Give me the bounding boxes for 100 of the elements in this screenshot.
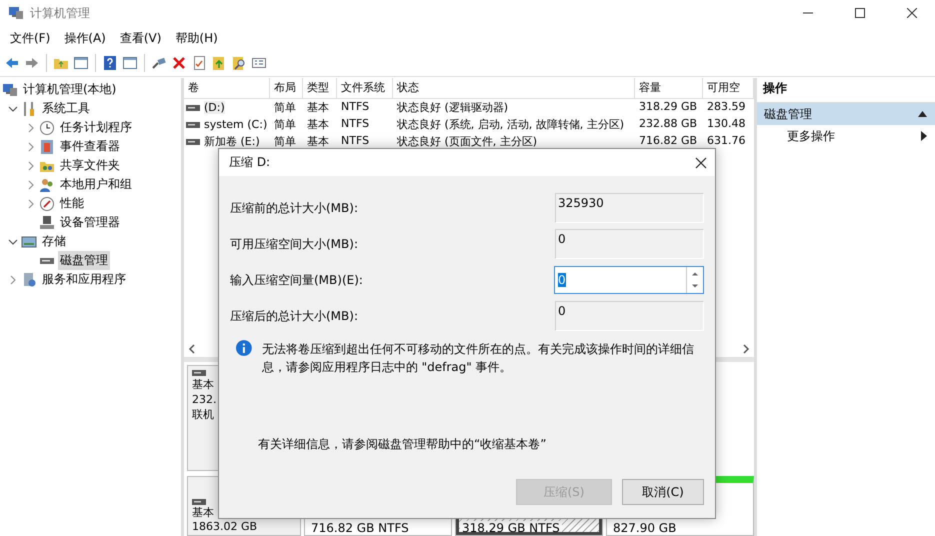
disk-info-text: 232. [192, 393, 218, 406]
performance-icon [39, 196, 55, 212]
table-cell-text: 基本 [306, 134, 330, 150]
readonly-field: 325930 [555, 193, 704, 223]
column-header[interactable]: 布局 [270, 78, 303, 98]
properties-icon[interactable] [251, 55, 267, 71]
partition-size: 716.82 GB NTFS [309, 521, 411, 535]
dialog-button[interactable]: 取消(C) [622, 479, 704, 505]
column-header[interactable]: 卷 [184, 78, 270, 98]
services-icon [21, 272, 37, 288]
table-cell-text: 基本 [306, 117, 330, 133]
table-cell-text: 状态良好 (逻辑驱动器) [396, 100, 510, 116]
table-cell-text: NTFS [340, 116, 370, 132]
section-title: 磁盘管理 [764, 106, 812, 122]
table-cell-text: 简单 [273, 117, 297, 133]
panel-icon[interactable] [73, 55, 89, 71]
menu-item[interactable]: 帮助(H) [169, 28, 224, 48]
document-check-icon[interactable] [191, 55, 207, 71]
disk-info-text: 基本 [192, 377, 215, 392]
maximize-icon[interactable] [855, 8, 865, 18]
table-cell-text: 状态良好 (页面文件, 主分区) [396, 134, 538, 150]
table-cell-text: 283.59 [706, 99, 746, 115]
spin-field[interactable]: 0 [554, 266, 704, 294]
table-cell-text: 232.88 GB [638, 116, 698, 132]
tree-item[interactable]: 磁盘管理 [58, 251, 110, 270]
tree-item[interactable]: 系统工具 [40, 99, 92, 118]
volume-cell[interactable]: (D:) [204, 101, 225, 114]
disk-info-text: 基本 [192, 505, 215, 520]
table-cell-text: NTFS [340, 133, 370, 149]
column-header[interactable]: 可用空 [703, 78, 754, 98]
drive-icon [186, 138, 200, 144]
tree-item[interactable]: 本地用户和组 [58, 175, 134, 194]
close-icon[interactable] [695, 156, 707, 168]
folder-icon[interactable] [211, 55, 227, 71]
back-arrow-icon[interactable] [4, 55, 20, 71]
forward-arrow-icon[interactable] [24, 55, 40, 71]
tree-item[interactable]: 设备管理器 [58, 213, 122, 232]
tree-item[interactable]: 共享文件夹 [58, 156, 122, 175]
scroll-right-icon[interactable] [742, 344, 750, 354]
field-label: 可用压缩空间大小(MB): [230, 236, 358, 252]
tools-icon [21, 100, 37, 116]
volume-cell[interactable]: 新加卷 (E:) [204, 134, 260, 149]
computer-icon [8, 5, 24, 21]
menu-item[interactable]: 操作(A) [58, 28, 112, 48]
table-cell-text: 简单 [273, 134, 297, 150]
disk-info-text: 1863.02 GB [192, 520, 258, 533]
delete-icon[interactable] [171, 55, 187, 71]
chevron-icon[interactable] [8, 104, 18, 114]
close-icon[interactable] [907, 8, 917, 18]
info-text: 无法将卷压缩到超出任何不可移动的文件所在的点。有关完成该操作时间的详细信息，请参阅应用程序日志中的 "defrag" 事件。 [262, 341, 695, 376]
collapse-icon[interactable] [918, 111, 927, 117]
drive-icon [186, 122, 200, 128]
column-header[interactable]: 文件系统 [337, 78, 393, 98]
help-text: 有关详细信息，请参阅磁盘管理帮助中的“收缩基本卷” [257, 436, 548, 453]
chevron-icon[interactable] [8, 236, 18, 246]
actions-section[interactable]: 磁盘管理 [757, 103, 935, 125]
readonly-field: 0 [555, 301, 704, 331]
column-header[interactable]: 类型 [303, 78, 337, 98]
storage-icon [21, 234, 37, 250]
field-label: 压缩后的总计大小(MB): [230, 308, 358, 324]
menu-item[interactable]: 文件(F) [4, 28, 56, 48]
help-icon[interactable] [102, 55, 118, 71]
drive-icon [186, 104, 200, 110]
drive-icon [192, 370, 206, 376]
table-cell-text: 716.82 GB [638, 133, 698, 149]
table-cell-text: 基本 [306, 100, 330, 116]
tree-item[interactable]: 计算机管理(本地) [21, 80, 118, 99]
tree-item[interactable]: 性能 [58, 194, 86, 213]
table-cell-text: 状态良好 (系统, 启动, 活动, 故障转储, 主分区) [396, 117, 626, 133]
computer-icon [2, 82, 18, 98]
partition-size: 827.90 GB [611, 521, 678, 535]
action-link[interactable]: 更多操作 [787, 128, 835, 144]
table-cell-text: 318.29 GB [638, 99, 698, 115]
drive-icon [192, 499, 206, 505]
scroll-left-icon[interactable] [188, 344, 196, 354]
window-title: 计算机管理 [30, 4, 91, 22]
field-label: 压缩前的总计大小(MB): [230, 200, 358, 216]
field-label: 输入压缩空间量(MB)(E): [230, 272, 363, 288]
column-header[interactable]: 状态 [393, 78, 635, 98]
tree-item[interactable]: 存储 [40, 232, 68, 251]
table-cell-text: 130.48 [706, 116, 746, 132]
submenu-arrow-icon[interactable] [921, 131, 927, 141]
tree-item[interactable]: 任务计划程序 [58, 118, 134, 137]
plug-icon[interactable] [151, 55, 167, 71]
volume-cell[interactable]: system (C:) [204, 118, 268, 131]
partition-size: 318.29 GB NTFS [460, 521, 562, 535]
column-header[interactable]: 容量 [635, 78, 703, 98]
tree-item[interactable]: 服务和应用程序 [40, 270, 128, 289]
clock-icon [39, 120, 55, 136]
table-cell-text: NTFS [340, 99, 370, 115]
event-log-icon [39, 138, 55, 154]
info-icon [236, 340, 252, 356]
device-icon [39, 214, 55, 230]
panel-icon[interactable] [122, 55, 138, 71]
tree-item[interactable]: 事件查看器 [58, 137, 122, 156]
dialog-title: 压缩 D: [229, 154, 270, 171]
menu-item[interactable]: 查看(V) [114, 28, 168, 48]
folder-search-icon[interactable] [231, 55, 247, 71]
users-icon [39, 176, 55, 192]
table-cell-text: 简单 [273, 100, 297, 116]
